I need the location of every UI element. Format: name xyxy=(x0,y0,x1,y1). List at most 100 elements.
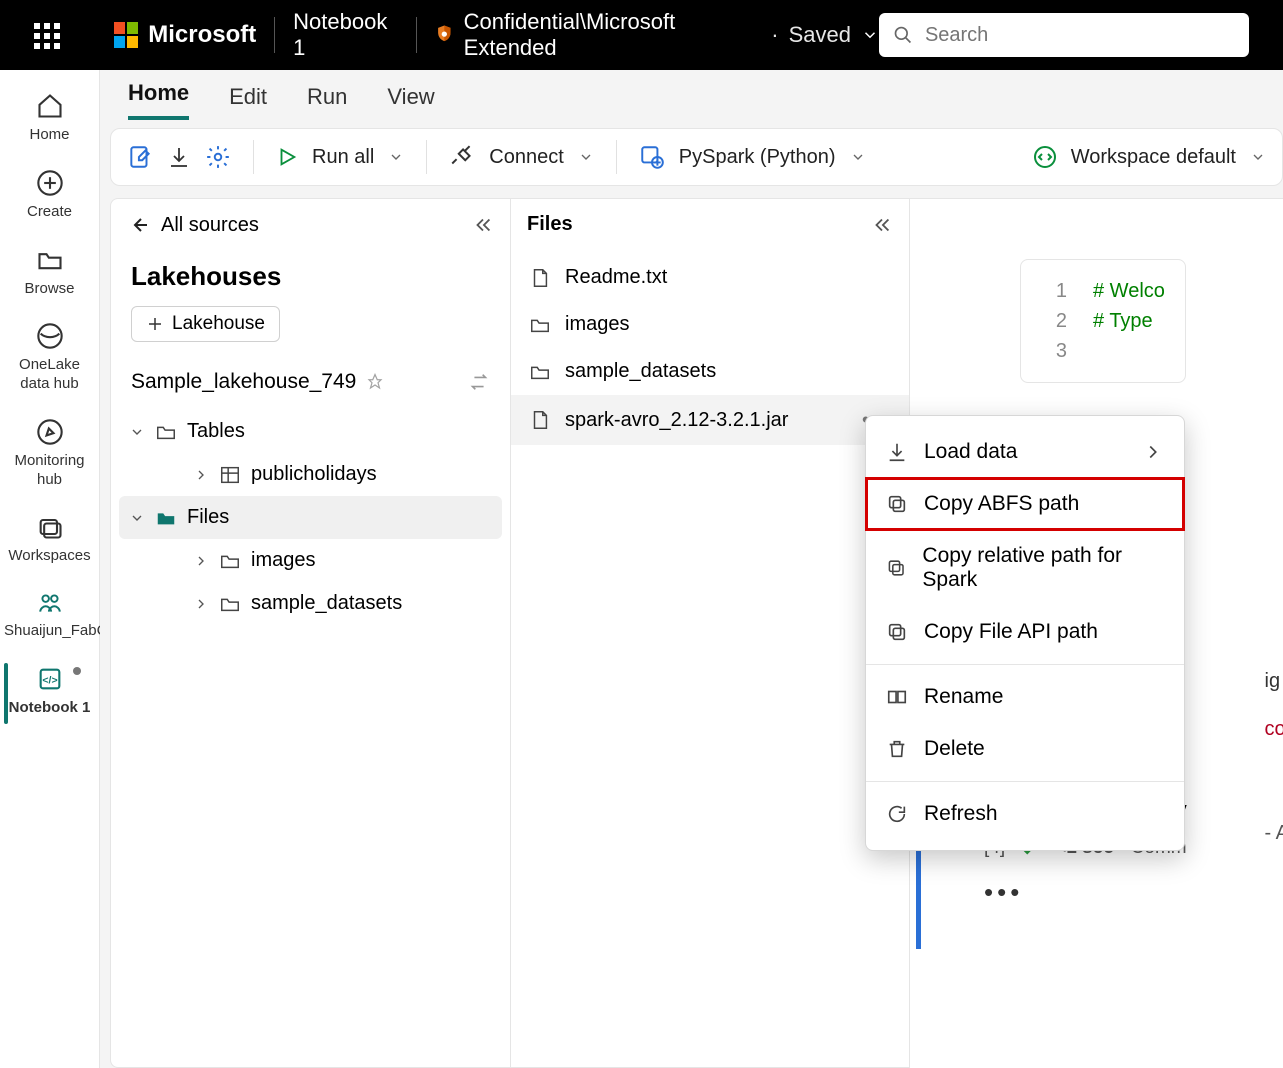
onelake-icon xyxy=(36,322,64,350)
pin-icon[interactable] xyxy=(366,373,384,391)
tab-run[interactable]: Run xyxy=(307,84,347,120)
play-icon xyxy=(276,146,298,168)
svg-text:</>: </> xyxy=(42,674,57,686)
save-status[interactable]: · Saved xyxy=(771,22,879,48)
ctx-copy-abfs[interactable]: Copy ABFS path xyxy=(866,478,1184,530)
chevron-down-icon xyxy=(1250,149,1266,165)
chevron-down-icon xyxy=(129,510,145,526)
ctx-delete[interactable]: Delete xyxy=(866,723,1184,775)
collapse-icon[interactable] xyxy=(871,214,893,236)
separator xyxy=(274,17,275,53)
separator xyxy=(416,17,417,53)
connect-button[interactable]: Connect xyxy=(449,144,594,170)
language-gear-icon xyxy=(639,144,665,170)
tab-view[interactable]: View xyxy=(387,84,434,120)
download-icon[interactable] xyxy=(167,145,191,169)
file-row[interactable]: Readme.txt xyxy=(511,254,909,301)
all-sources-link[interactable]: All sources xyxy=(161,214,259,237)
trash-icon xyxy=(886,738,908,760)
plus-circle-icon xyxy=(36,169,64,197)
people-icon xyxy=(35,590,65,616)
table-icon xyxy=(219,464,241,486)
ellipsis-icon[interactable]: ••• xyxy=(984,877,1023,908)
rename-icon xyxy=(886,686,908,708)
rail-onelake[interactable]: OneLake data hub xyxy=(0,314,99,406)
files-title: Files xyxy=(527,213,871,236)
folder-icon xyxy=(529,361,551,383)
file-icon xyxy=(529,267,551,289)
compass-icon xyxy=(36,418,64,446)
explorer-panel: All sources Lakehouses Lakehouse Sample_… xyxy=(110,198,510,1068)
code-cell-1[interactable]: 1# Welco 2# Type 3 xyxy=(1020,259,1186,383)
chevron-down-icon xyxy=(578,149,594,165)
folder-icon xyxy=(219,593,241,615)
plug-icon xyxy=(449,144,475,170)
ctx-load-data[interactable]: Load data xyxy=(866,426,1184,478)
left-rail: Home Create Browse OneLake data hub Moni… xyxy=(0,70,100,1068)
workspaces-icon xyxy=(36,513,64,541)
tree-files[interactable]: Files xyxy=(119,496,502,539)
copy-icon xyxy=(886,621,908,643)
collapse-icon[interactable] xyxy=(472,214,494,236)
swap-icon[interactable] xyxy=(468,371,490,393)
search-icon xyxy=(893,24,913,46)
language-select[interactable]: PySpark (Python) xyxy=(639,144,866,170)
ctx-copy-relative[interactable]: Copy relative path for Spark xyxy=(866,530,1184,606)
back-icon[interactable] xyxy=(127,213,151,237)
chevron-down-icon xyxy=(861,26,879,44)
rail-workspaces[interactable]: Workspaces xyxy=(0,505,99,578)
saved-label: Saved xyxy=(789,22,851,48)
ctx-refresh[interactable]: Refresh xyxy=(866,788,1184,840)
tab-edit[interactable]: Edit xyxy=(229,84,267,120)
microsoft-logo-icon xyxy=(114,22,138,48)
ctx-copy-fileapi[interactable]: Copy File API path xyxy=(866,606,1184,658)
rail-workspace-user[interactable]: Shuaijun_FabCon xyxy=(0,582,99,653)
chevron-down-icon xyxy=(129,424,145,440)
add-lakehouse-button[interactable]: Lakehouse xyxy=(131,306,280,342)
app-launcher-icon[interactable] xyxy=(34,23,58,47)
chevron-down-icon xyxy=(850,149,866,165)
file-icon xyxy=(529,409,551,431)
search-input[interactable] xyxy=(925,24,1235,47)
tree-folder-images[interactable]: images xyxy=(119,539,502,582)
notebook-name[interactable]: Notebook 1 xyxy=(293,9,398,61)
copy-icon xyxy=(886,557,906,579)
environment-select[interactable]: Workspace default xyxy=(1033,145,1266,169)
file-row[interactable]: images xyxy=(511,301,909,348)
rail-home[interactable]: Home xyxy=(0,84,99,157)
ctx-rename[interactable]: Rename xyxy=(866,671,1184,723)
rail-notebook-active[interactable]: </> Notebook 1 xyxy=(0,657,99,730)
file-row-active[interactable]: spark-avro_2.12-3.2.1.jar ••• xyxy=(511,395,909,445)
sensitivity-label[interactable]: Confidential\Microsoft Extended xyxy=(464,9,754,61)
chevron-right-icon xyxy=(1142,441,1164,463)
tree-tables[interactable]: Tables xyxy=(119,410,502,453)
plus-icon xyxy=(146,315,164,333)
chevron-right-icon xyxy=(193,553,209,569)
shield-icon xyxy=(435,24,454,46)
code-circle-icon xyxy=(1033,145,1057,169)
gear-icon[interactable] xyxy=(205,144,231,170)
run-all-button[interactable]: Run all xyxy=(276,146,404,169)
rail-browse[interactable]: Browse xyxy=(0,238,99,311)
folder-icon xyxy=(36,246,64,274)
rail-create[interactable]: Create xyxy=(0,161,99,234)
download-icon xyxy=(886,441,908,463)
toolbar: Run all Connect PySpark (Python) Workspa… xyxy=(110,128,1283,186)
folder-icon xyxy=(529,314,551,336)
lakehouse-row[interactable]: Sample_lakehouse_749 xyxy=(111,360,510,404)
files-panel: Files Readme.txt images sample_datasets xyxy=(510,198,910,1068)
folder-open-icon xyxy=(155,507,177,529)
home-icon xyxy=(36,92,64,120)
rail-monitoring[interactable]: Monitoring hub xyxy=(0,410,99,502)
unsaved-dot-icon xyxy=(73,667,81,675)
edit-note-icon[interactable] xyxy=(127,144,153,170)
topbar: Microsoft Notebook 1 Confidential\Micros… xyxy=(0,0,1283,70)
tree-folder-datasets[interactable]: sample_datasets xyxy=(119,582,502,625)
copy-icon xyxy=(886,493,908,515)
search-box[interactable] xyxy=(879,13,1249,57)
file-row[interactable]: sample_datasets xyxy=(511,348,909,395)
lakehouse-tree: Tables publicholidays Files xyxy=(111,404,510,631)
tree-table-item[interactable]: publicholidays xyxy=(119,453,502,496)
tab-home[interactable]: Home xyxy=(128,80,189,120)
lakehouses-title: Lakehouses xyxy=(111,251,510,306)
